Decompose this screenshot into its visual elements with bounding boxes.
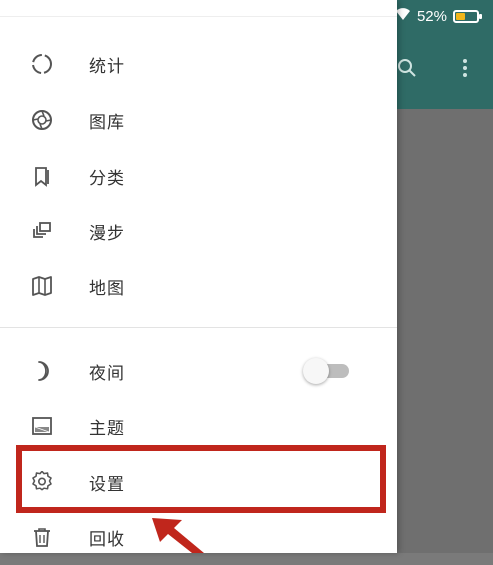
drawer-item-label: 地图 (89, 278, 125, 299)
drawer-item-label: 漫步 (89, 223, 125, 244)
search-icon[interactable] (393, 54, 421, 82)
map-icon (30, 274, 54, 298)
drawer-item-category[interactable]: 分类 (0, 148, 397, 204)
drawer-item-map[interactable]: 地图 (0, 258, 397, 314)
drawer-top-divider (0, 16, 397, 17)
drawer-item-label: 回收 (89, 529, 125, 550)
battery-level (456, 12, 465, 20)
toggle-knob (303, 358, 329, 384)
battery-percent: 52% (416, 7, 447, 25)
drawer-item-label: 主题 (89, 418, 125, 439)
night-mode-toggle[interactable] (303, 358, 349, 384)
drawer-item-label: 统计 (89, 56, 125, 77)
wifi-icon (395, 7, 411, 25)
aperture-icon (30, 108, 54, 132)
battery-icon (453, 9, 482, 23)
theme-icon (30, 414, 54, 438)
slideshow-icon (30, 219, 54, 243)
drawer-item-stats[interactable]: 统计 (0, 36, 397, 92)
more-vert-icon[interactable] (451, 54, 479, 82)
circle-progress-icon (30, 52, 54, 76)
drawer-item-wander[interactable]: 漫步 (0, 203, 397, 259)
drawer-item-gallery[interactable]: 图库 (0, 92, 397, 148)
bookmark-icon (30, 164, 54, 188)
annotation-arrow-icon (152, 518, 204, 553)
trash-icon (30, 525, 54, 549)
drawer-item-label: 图库 (89, 112, 125, 133)
status-indicators: 52% (395, 7, 482, 25)
drawer-item-label: 夜间 (89, 363, 125, 384)
drawer-divider (0, 327, 397, 328)
moon-icon (30, 359, 54, 383)
annotation-highlight-box (16, 445, 386, 513)
drawer-item-label: 分类 (89, 168, 125, 189)
